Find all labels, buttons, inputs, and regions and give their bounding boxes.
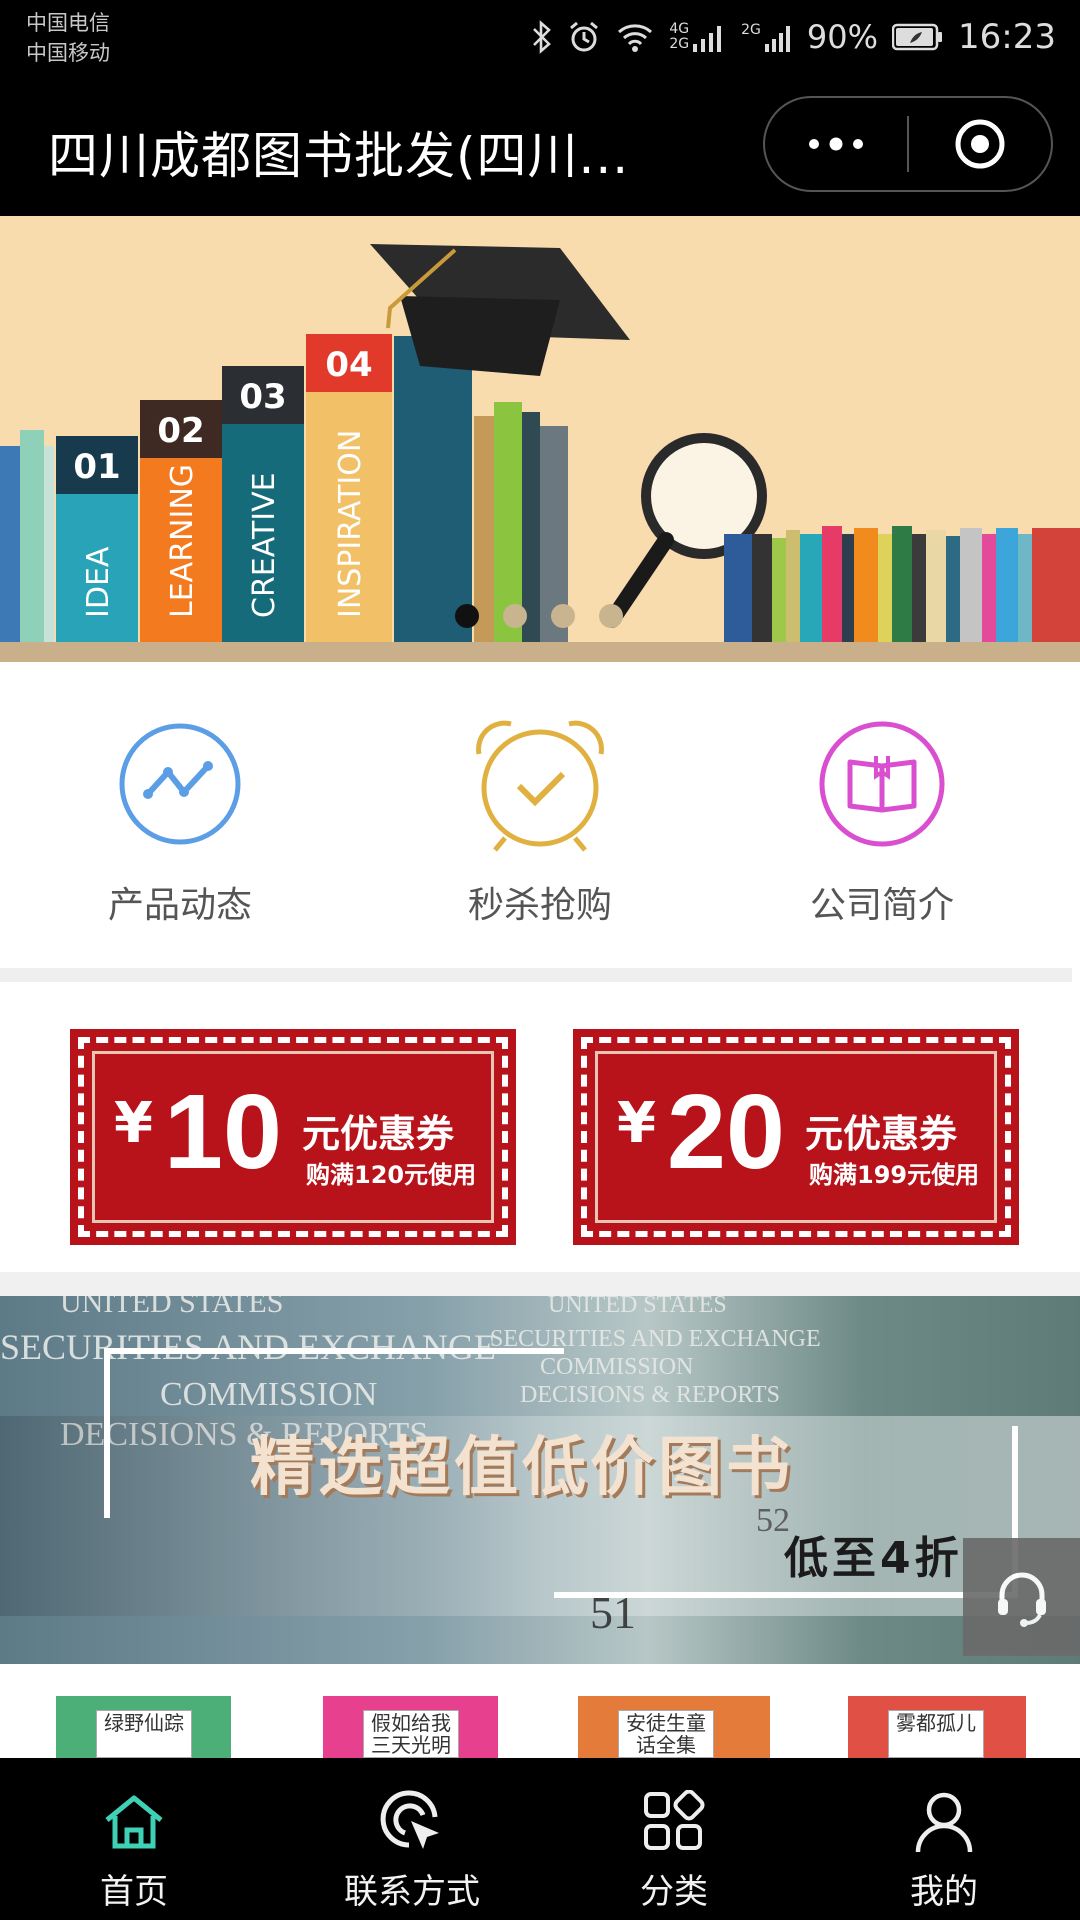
- section-divider: [0, 968, 1072, 982]
- tab-category[interactable]: 分类: [564, 1782, 784, 1913]
- alarm-icon: [567, 20, 601, 54]
- promo-headline: 精选超值低价图书: [250, 1431, 794, 1505]
- coupon-20[interactable]: ¥ 20 元优惠券 购满199元使用: [573, 1029, 1019, 1245]
- banner-carousel[interactable]: 01 IDEA 02 LEARNING 03 CREATIVE 04 INSPI…: [0, 216, 1080, 662]
- book-04-number: 04: [325, 345, 372, 385]
- book-02-number: 02: [157, 411, 204, 451]
- user-icon: [834, 1782, 1054, 1862]
- product-card[interactable]: 雾都孤儿: [848, 1696, 1026, 1758]
- wifi-icon: [615, 20, 655, 54]
- target-icon: [955, 119, 1005, 169]
- carousel-dot-3[interactable]: [551, 604, 575, 628]
- book-03-title: CREATIVE: [247, 472, 282, 618]
- bg-text-1b: UNITED STATES: [548, 1296, 727, 1318]
- app-screen: 中国电信 中国移动 4G 2G 2G 90% 16:23 四川成都图书批发(四川…: [0, 0, 1080, 1920]
- bottom-tab-bar: 首页 联系方式 分类 我的: [0, 1758, 1080, 1920]
- trend-chart-icon: [105, 714, 255, 854]
- coupon-10[interactable]: ¥ 10 元优惠券 购满120元使用: [70, 1029, 516, 1245]
- nav-company-intro[interactable]: 公司简介: [732, 714, 1032, 928]
- product-list: 绿野仙踪 假如给我三天光明 安徒生童话全集 雾都孤儿: [0, 1664, 1080, 1758]
- carrier-info: 中国电信 中国移动: [26, 8, 110, 68]
- product-card[interactable]: 安徒生童话全集: [578, 1696, 770, 1758]
- book-03-number: 03: [239, 377, 286, 417]
- coupon-amount: 10: [164, 1073, 282, 1191]
- customer-service-button[interactable]: [963, 1538, 1080, 1656]
- coupon-condition: 购满120元使用: [306, 1161, 477, 1189]
- battery-percent: 90%: [806, 18, 879, 56]
- product-card[interactable]: 假如给我三天光明: [323, 1696, 498, 1758]
- more-button[interactable]: [765, 98, 907, 190]
- product-title: 雾都孤儿: [888, 1710, 984, 1758]
- carrier-2: 中国移动: [26, 41, 110, 65]
- banner-books-image: 01 IDEA 02 LEARNING 03 CREATIVE 04 INSPI…: [0, 244, 1080, 662]
- status-time: 16:23: [958, 17, 1056, 57]
- tab-mine-label: 我的: [910, 1872, 978, 1912]
- home-icon: [24, 1782, 244, 1862]
- nav-flash-sale[interactable]: 秒杀抢购: [390, 714, 690, 928]
- carousel-dot-1[interactable]: [455, 604, 479, 628]
- product-title: 绿野仙踪: [96, 1710, 192, 1758]
- coupon-kind: 元优惠券: [805, 1112, 958, 1156]
- tab-contact[interactable]: 联系方式: [302, 1782, 522, 1913]
- signal-4g-2g-icon: 4G 2G: [669, 22, 727, 52]
- signal-2g-icon: 2G: [741, 22, 793, 52]
- coupon-currency: ¥: [114, 1091, 153, 1156]
- tab-mine[interactable]: 我的: [834, 1782, 1054, 1913]
- status-icons: 4G 2G 2G 90% 16:23: [531, 12, 1056, 62]
- tab-category-label: 分类: [640, 1872, 708, 1912]
- net-2g-label: 2G: [669, 36, 690, 52]
- carrier-1: 中国电信: [26, 11, 110, 35]
- coupon-currency: ¥: [617, 1091, 656, 1156]
- battery-icon: [892, 23, 944, 51]
- nav-product-news-label: 产品动态: [107, 885, 252, 926]
- close-miniprogram-button[interactable]: [909, 98, 1051, 190]
- coupon-amount: 20: [667, 1073, 785, 1191]
- section-divider: [0, 1272, 1080, 1296]
- more-dots-icon: [809, 137, 863, 151]
- net-2g-b-label: 2G: [741, 22, 761, 38]
- open-book-icon: [807, 714, 957, 854]
- bg-text-1: UNITED STATES: [60, 1296, 284, 1319]
- headset-icon: [997, 1572, 1046, 1627]
- nav-flash-sale-label: 秒杀抢购: [467, 885, 612, 926]
- miniprogram-capsule: [763, 96, 1053, 192]
- book-01-title: IDEA: [81, 546, 116, 618]
- book-04-title: INSPIRATION: [333, 430, 368, 618]
- status-bar: 中国电信 中国移动 4G 2G 2G 90% 16:23: [0, 0, 1080, 76]
- tab-contact-label: 联系方式: [344, 1872, 480, 1912]
- bg-num-1: 51: [590, 1587, 636, 1638]
- carousel-indicators: [455, 604, 623, 628]
- book-01-number: 01: [73, 447, 120, 487]
- tab-home-label: 首页: [100, 1872, 168, 1912]
- page-title: 四川成都图书批发(四川...: [48, 127, 630, 185]
- nav-company-intro-label: 公司简介: [809, 885, 954, 926]
- coupon-section: ¥ 10 元优惠券 购满120元使用 ¥ 20 元优惠券 购满199元使用: [0, 982, 1080, 1272]
- product-card[interactable]: 绿野仙踪: [56, 1696, 231, 1758]
- coupon-condition: 购满199元使用: [809, 1161, 980, 1189]
- carousel-dot-4[interactable]: [599, 604, 623, 628]
- tab-home[interactable]: 首页: [24, 1782, 244, 1913]
- nav-product-news[interactable]: 产品动态: [30, 714, 330, 928]
- product-title: 安徒生童话全集: [618, 1710, 714, 1758]
- quick-nav: 产品动态 秒杀抢购 公司简介: [0, 662, 1080, 968]
- promo-subline: 低至4折: [784, 1533, 963, 1584]
- product-title: 假如给我三天光明: [363, 1710, 459, 1758]
- cursor-click-icon: [302, 1782, 522, 1862]
- bluetooth-icon: [531, 20, 553, 54]
- category-grid-icon: [564, 1782, 784, 1862]
- book-02-title: LEARNING: [165, 464, 200, 618]
- coupon-kind: 元优惠券: [302, 1112, 455, 1156]
- promo-banner[interactable]: UNITED STATES SECURITIES AND EXCHANGE CO…: [0, 1296, 1080, 1664]
- net-4g-label: 4G: [669, 21, 690, 37]
- carousel-dot-2[interactable]: [503, 604, 527, 628]
- alarm-clock-icon: [465, 714, 615, 854]
